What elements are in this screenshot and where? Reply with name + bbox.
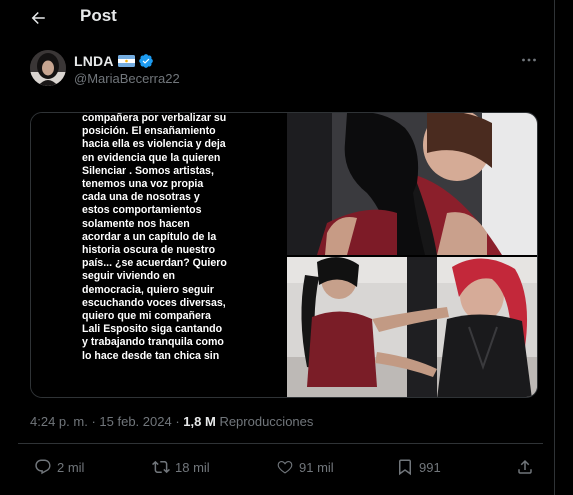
arrow-left-icon	[31, 12, 45, 24]
views-label: Reproducciones	[219, 414, 314, 429]
display-name[interactable]: LNDA	[74, 53, 114, 69]
action-bar: 2 mil 18 mil 91 mil 991	[0, 455, 555, 479]
share-icon	[518, 459, 532, 474]
bookmark-icon	[399, 459, 411, 476]
more-dots-icon	[522, 58, 536, 62]
post-time[interactable]: 4:24 p. m.	[30, 414, 88, 429]
name-row: LNDA	[74, 52, 154, 70]
media-statement-image[interactable]: compañera por verbalizar su posición. El…	[31, 113, 286, 397]
views-count: 1,8 M	[183, 414, 216, 429]
post-author: LNDA @MariaBecerra22	[28, 50, 548, 90]
verified-badge-icon	[138, 54, 153, 68]
share-button[interactable]	[516, 455, 534, 479]
media-photo-hug[interactable]	[287, 113, 537, 255]
media-photo-face-touch[interactable]	[287, 257, 537, 397]
heart-icon	[277, 460, 293, 474]
post-view: Post LNDA @MariaBecerra22 compañera por …	[0, 0, 555, 495]
like-button[interactable]: 91 mil	[276, 455, 334, 479]
avatar[interactable]	[30, 50, 66, 86]
reply-icon	[35, 459, 51, 475]
divider	[18, 443, 543, 444]
meta-separator: ·	[175, 414, 180, 429]
back-button[interactable]	[24, 4, 52, 32]
like-count: 91 mil	[299, 459, 334, 475]
more-options-button[interactable]	[516, 50, 542, 70]
post-media: compañera por verbalizar su posición. El…	[30, 112, 538, 398]
statement-text: compañera por verbalizar su posición. El…	[82, 113, 227, 362]
post-meta: 4:24 p. m. · 15 feb. 2024 · 1,8 M Reprod…	[30, 414, 313, 429]
repost-count: 18 mil	[175, 459, 210, 475]
reply-count: 2 mil	[57, 459, 85, 475]
top-bar: Post	[0, 0, 555, 34]
bookmark-count: 991	[419, 459, 441, 475]
meta-separator: ·	[91, 414, 96, 429]
repost-button[interactable]: 18 mil	[152, 455, 210, 479]
argentina-flag-icon	[117, 55, 135, 67]
repost-icon	[152, 460, 170, 474]
post-date[interactable]: 15 feb. 2024	[99, 414, 171, 429]
page-title: Post	[80, 6, 117, 25]
bookmark-button[interactable]: 991	[396, 455, 441, 479]
handle[interactable]: @MariaBecerra22	[74, 71, 180, 86]
reply-button[interactable]: 2 mil	[34, 455, 84, 479]
